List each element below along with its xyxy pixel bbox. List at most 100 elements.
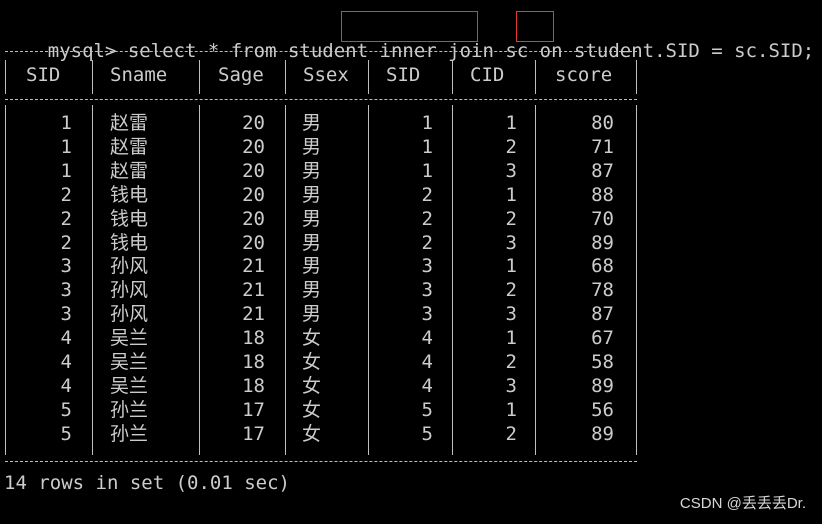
table-cell: 3 bbox=[60, 303, 72, 326]
table-cell: 男 bbox=[302, 135, 322, 158]
table-cell: 2 bbox=[60, 231, 72, 254]
table-cell: 孙风 bbox=[110, 303, 149, 326]
column-header: score bbox=[555, 64, 613, 86]
table-cell: 女 bbox=[302, 422, 322, 445]
table-cell: 3 bbox=[505, 374, 517, 397]
table-cell: 21 bbox=[242, 255, 265, 278]
table-cell: 赵雷 bbox=[110, 112, 149, 134]
table-cell: 3 bbox=[421, 279, 433, 302]
table-cell: 1 bbox=[505, 112, 517, 134]
table-cell: 78 bbox=[591, 279, 614, 302]
table-cell: 男 bbox=[302, 183, 322, 206]
watermark: CSDN @丢丢丢Dr. bbox=[679, 495, 806, 512]
table-cell: 1 bbox=[505, 327, 517, 350]
terminal-window[interactable]: mysql> select * from student inner join … bbox=[0, 0, 822, 524]
table-cell: 1 bbox=[60, 112, 72, 134]
header-vbar bbox=[452, 60, 453, 94]
body-vbar bbox=[368, 105, 369, 455]
table-cell: 孙兰 bbox=[110, 398, 149, 421]
body-vbar bbox=[636, 105, 637, 455]
table-cell: 男 bbox=[302, 207, 322, 230]
table-cell: 钱电 bbox=[110, 207, 149, 230]
table-cell: 89 bbox=[591, 422, 614, 445]
result-summary: 14 rows in set (0.01 sec) bbox=[4, 472, 290, 494]
table-cell: 20 bbox=[242, 159, 265, 182]
table-cell: 70 bbox=[591, 207, 614, 230]
table-cell: 孙兰 bbox=[110, 422, 149, 445]
header-vbar bbox=[285, 60, 286, 94]
table-cell: 20 bbox=[242, 135, 265, 158]
table-cell: 17 bbox=[242, 398, 265, 421]
table-cell: 2 bbox=[505, 351, 517, 373]
column-header: CID bbox=[470, 64, 505, 86]
table-cell: 2 bbox=[421, 231, 433, 254]
table-cell: 2 bbox=[421, 183, 433, 206]
table-cell: 男 bbox=[302, 159, 322, 182]
table-cell: 18 bbox=[242, 374, 265, 397]
table-cell: 1 bbox=[60, 135, 72, 158]
body-vbar bbox=[452, 105, 453, 455]
table-cell: 87 bbox=[591, 303, 614, 326]
table-cell: 3 bbox=[505, 231, 517, 254]
table-cell: 3 bbox=[505, 303, 517, 326]
header-vbar bbox=[199, 60, 200, 94]
table-cell: 3 bbox=[60, 279, 72, 302]
column-header: Sname bbox=[110, 64, 168, 86]
header-vbar bbox=[636, 60, 637, 94]
table-cell: 3 bbox=[421, 255, 433, 278]
table-cell: 男 bbox=[302, 303, 322, 326]
table-cell: 80 bbox=[591, 112, 614, 134]
table-cell: 4 bbox=[60, 351, 72, 373]
table-cell: 5 bbox=[421, 398, 433, 421]
table-cell: 1 bbox=[421, 112, 433, 134]
table-cell: 88 bbox=[591, 183, 614, 206]
table-cell: 67 bbox=[591, 327, 614, 350]
table-cell: 2 bbox=[60, 207, 72, 230]
table-cell: 3 bbox=[421, 303, 433, 326]
table-cell: 4 bbox=[421, 351, 433, 373]
table-cell: 4 bbox=[421, 327, 433, 350]
table-cell: 吴兰 bbox=[110, 374, 149, 397]
table-cell: 2 bbox=[505, 207, 517, 230]
table-cell: 女 bbox=[302, 374, 322, 397]
table-cell: 4 bbox=[60, 374, 72, 397]
table-cell: 孙风 bbox=[110, 255, 149, 278]
table-cell: 女 bbox=[302, 398, 322, 421]
table-cell: 20 bbox=[242, 183, 265, 206]
table-cell: 1 bbox=[505, 183, 517, 206]
column-header: SID bbox=[26, 64, 61, 86]
table-cell: 赵雷 bbox=[110, 159, 149, 182]
table-cell: 1 bbox=[505, 398, 517, 421]
header-vbar bbox=[5, 60, 6, 94]
on-highlight bbox=[516, 11, 554, 42]
table-cell: 赵雷 bbox=[110, 135, 149, 158]
table-cell: 1 bbox=[421, 159, 433, 182]
header-vbar bbox=[368, 60, 369, 94]
column-header: SID bbox=[386, 64, 421, 86]
table-cell: 男 bbox=[302, 279, 322, 302]
header-vbar bbox=[535, 60, 536, 94]
table-cell: 1 bbox=[60, 159, 72, 182]
table-cell: 3 bbox=[60, 255, 72, 278]
body-vbar bbox=[535, 105, 536, 455]
table-cell: 20 bbox=[242, 207, 265, 230]
table-cell: 1 bbox=[421, 135, 433, 158]
table-cell: 4 bbox=[421, 374, 433, 397]
inner-join-highlight bbox=[341, 11, 478, 42]
table-cell: 孙风 bbox=[110, 279, 149, 302]
table-cell: 2 bbox=[505, 135, 517, 158]
table-cell: 男 bbox=[302, 231, 322, 254]
table-cell: 男 bbox=[302, 112, 322, 134]
table-cell: 17 bbox=[242, 422, 265, 445]
table-cell: 5 bbox=[60, 422, 72, 445]
table-border-top bbox=[5, 51, 637, 52]
table-cell: 男 bbox=[302, 255, 322, 278]
table-cell: 女 bbox=[302, 351, 322, 373]
table-cell: 1 bbox=[505, 255, 517, 278]
column-header: Sage bbox=[218, 64, 264, 86]
table-cell: 20 bbox=[242, 112, 265, 134]
table-cell: 56 bbox=[591, 398, 614, 421]
table-cell: 89 bbox=[591, 374, 614, 397]
table-cell: 3 bbox=[505, 159, 517, 182]
table-cell: 58 bbox=[591, 351, 614, 373]
